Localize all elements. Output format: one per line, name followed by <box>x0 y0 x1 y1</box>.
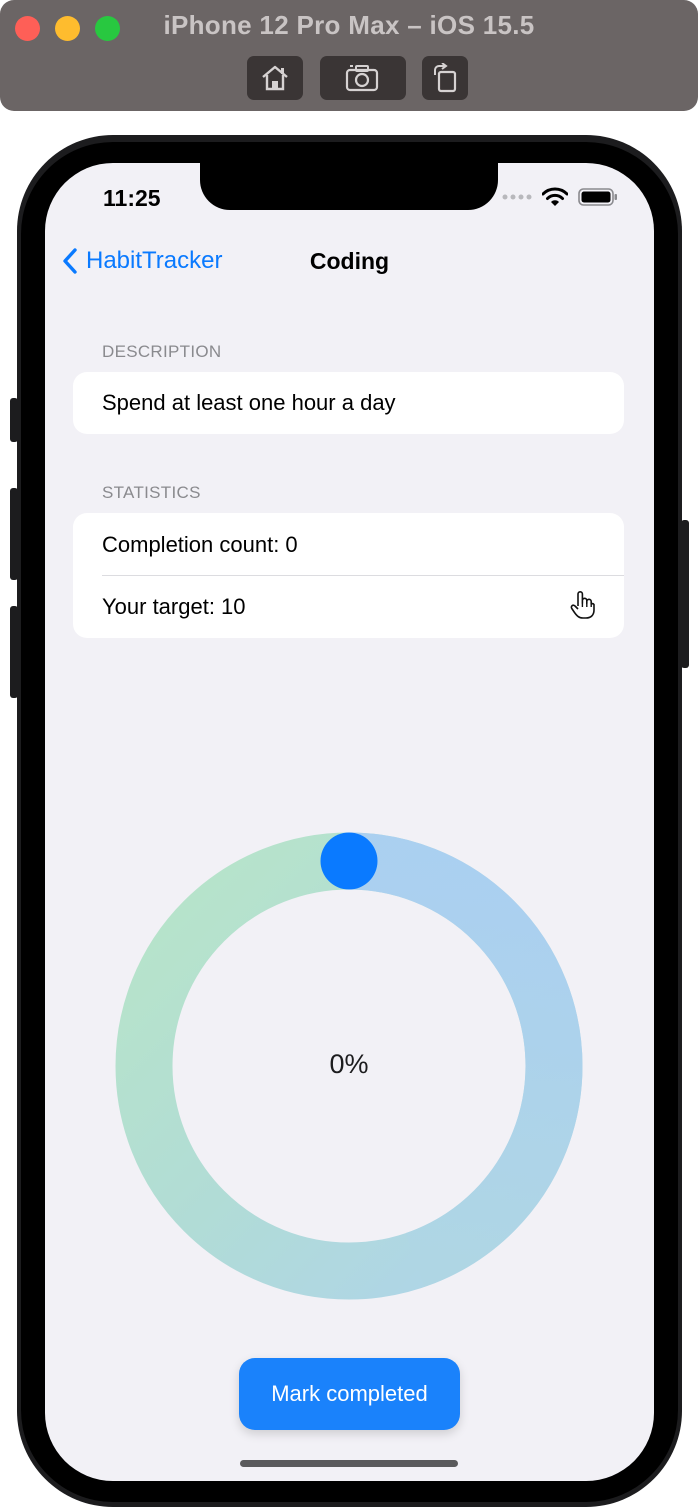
screenshot-icon <box>345 65 379 92</box>
statistics-card: Completion count: 0 Your target: 10 <box>73 513 624 638</box>
status-indicators <box>502 187 618 207</box>
target-value[interactable]: Your target: 10 <box>102 594 246 620</box>
home-indicator <box>240 1460 458 1467</box>
wifi-icon <box>542 187 568 206</box>
simulator-titlebar: iPhone 12 Pro Max – iOS 15.5 <box>0 0 698 111</box>
rotate-button[interactable] <box>422 56 468 100</box>
home-button[interactable] <box>247 56 303 100</box>
notch <box>200 163 498 210</box>
completion-count: Completion count: 0 <box>102 532 298 557</box>
page-title: Coding <box>309 248 390 274</box>
screenshot-button[interactable] <box>320 56 406 100</box>
battery-icon <box>578 188 617 206</box>
statistics-header: STATISTICS <box>102 483 201 502</box>
signal-dots-icon <box>502 194 532 200</box>
mark-completed-button[interactable]: Mark completed <box>239 1358 460 1430</box>
pointing-hand-icon[interactable] <box>570 590 596 620</box>
description-header: DESCRIPTION <box>102 342 222 361</box>
progress-percentage: 0% <box>329 1049 369 1079</box>
row-divider <box>102 575 624 576</box>
volume-up-button <box>10 488 18 580</box>
progress-knob[interactable] <box>320 832 378 890</box>
power-button <box>681 520 689 668</box>
description-card: Spend at least one hour a day <box>73 372 624 434</box>
mute-switch <box>10 398 18 442</box>
phone-screen: 11:25 HabitTracker Coding DESCRIPTION Sp… <box>45 163 654 1481</box>
simulator-title: iPhone 12 Pro Max – iOS 15.5 <box>163 10 535 40</box>
progress-ring: 0% <box>115 832 583 1300</box>
status-time: 11:25 <box>103 185 161 211</box>
volume-down-button <box>10 606 18 698</box>
rotate-icon <box>434 63 457 93</box>
description-text: Spend at least one hour a day <box>102 390 396 415</box>
mark-completed-label: Mark completed <box>271 1381 428 1406</box>
home-icon <box>262 65 288 91</box>
